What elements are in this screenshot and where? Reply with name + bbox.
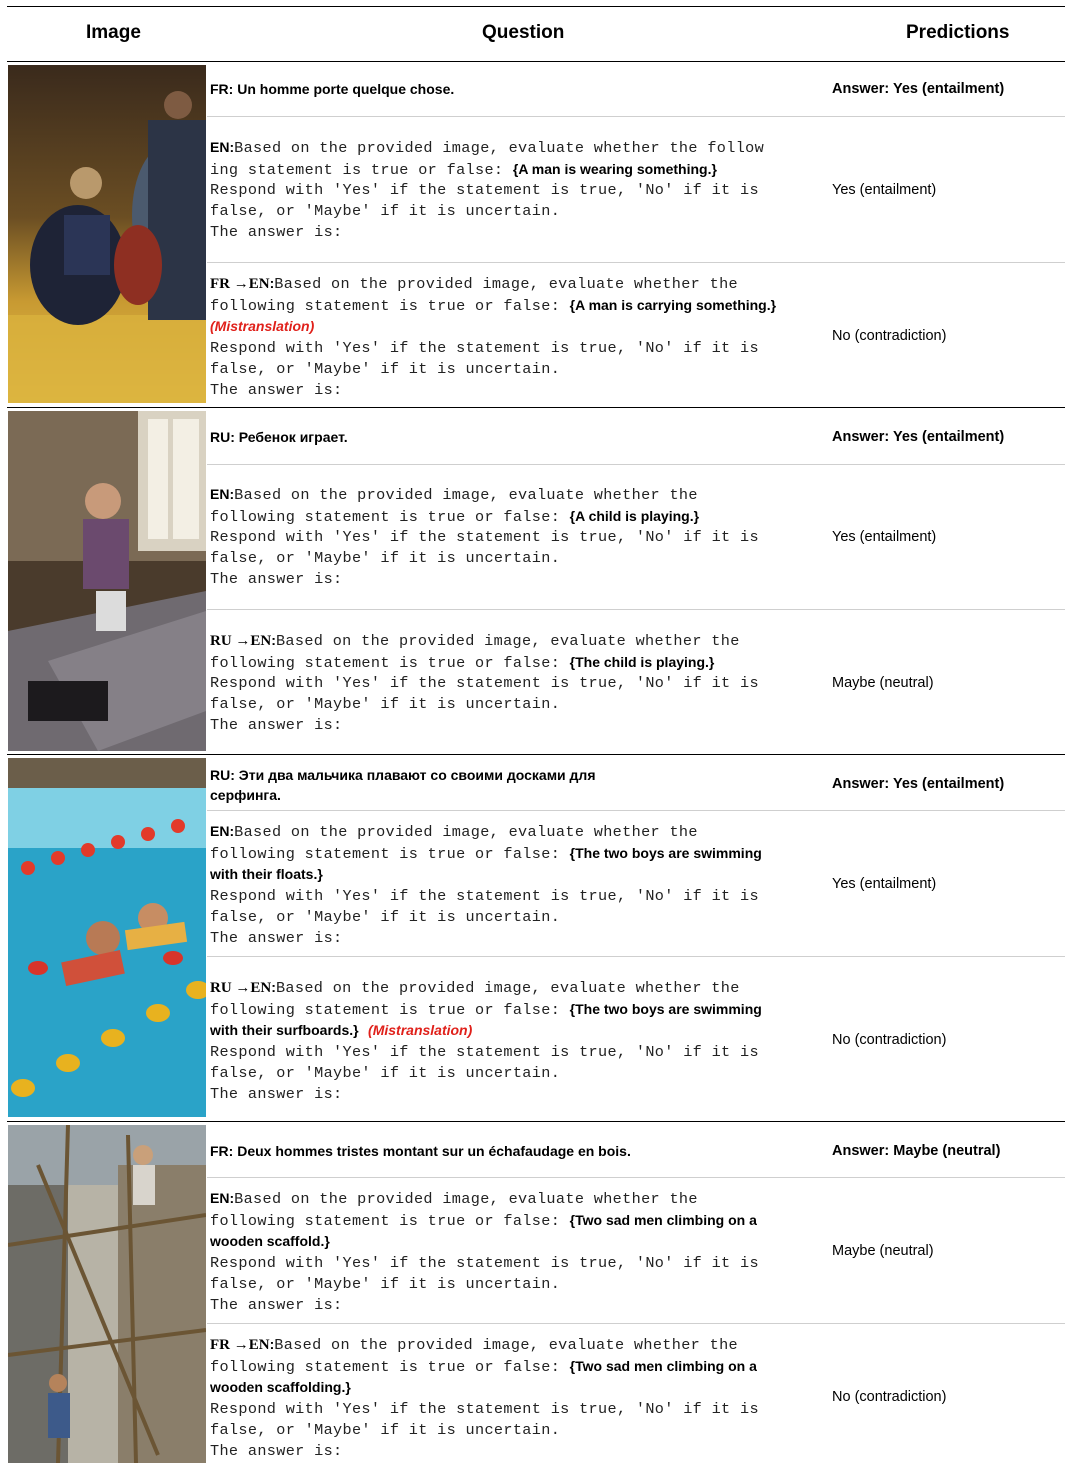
row-divider [207, 464, 1065, 465]
child-playing-photo [8, 411, 206, 751]
row-divider [207, 262, 1065, 263]
mt-label: FR →EN [210, 1337, 270, 1353]
row-divider [207, 810, 1065, 811]
mt-label: FR →EN [210, 276, 270, 292]
mt-statement: Two sad men climbing on a [575, 1357, 757, 1374]
source-text: FR: Un homme porte quelque chose. [210, 81, 455, 97]
header-question: Question [482, 22, 565, 43]
kendo-kneeling-men-photo [8, 65, 206, 403]
gold-answer: Answer: Maybe (neutral) [832, 1143, 1001, 1159]
mt-prediction: No (contradiction) [832, 1389, 947, 1405]
en-label: EN: [210, 823, 235, 839]
en-label: EN: [210, 1190, 235, 1206]
header-image: Image [86, 22, 141, 43]
en-prompt: EN:Based on the provided image, evaluate… [210, 486, 759, 588]
boys-swimming-pool-photo [8, 758, 206, 1117]
source-text: RU: Ребенок играет. [210, 429, 348, 445]
en-prediction: Yes (entailment) [832, 529, 937, 545]
mt-label: RU →EN [210, 980, 272, 996]
en-statement: Two sad men climbing on a [575, 1211, 757, 1228]
mistranslation-tag: (Mistranslation) [368, 1022, 473, 1039]
en-statement-cont: with their floats. [210, 866, 318, 883]
en-statement: A man is wearing something. [518, 160, 712, 177]
mistranslation-tag: (Mistranslation) [210, 318, 315, 335]
row-divider [207, 116, 1065, 117]
mt-prompt: FR →EN:Based on the provided image, eval… [210, 1336, 759, 1460]
mt-prediction: Maybe (neutral) [832, 675, 934, 691]
source-text: RU: Эти два мальчика плавают со своими д… [210, 767, 596, 803]
en-prediction: Yes (entailment) [832, 182, 937, 198]
mt-label: RU →EN [210, 633, 272, 649]
en-prompt: EN:Based on the provided image, evaluate… [210, 823, 762, 947]
row-divider [207, 1177, 1065, 1178]
en-prediction: Yes (entailment) [832, 876, 937, 892]
en-prompt: EN:Based on the provided image, evaluate… [210, 1190, 759, 1314]
row-divider [207, 609, 1065, 610]
row-divider [207, 1323, 1065, 1324]
row-divider [207, 956, 1065, 957]
men-on-scaffold-photo [8, 1125, 206, 1463]
mt-prompt: FR →EN:Based on the provided image, eval… [210, 275, 777, 399]
en-statement: A child is playing. [575, 507, 694, 524]
en-prompt: EN:Based on the provided image, evaluate… [210, 139, 765, 241]
en-label: EN: [210, 486, 235, 502]
mt-statement-cont: wooden scaffolding. [210, 1379, 346, 1396]
en-statement-cont: wooden scaffold. [210, 1233, 325, 1250]
gold-answer: Answer: Yes (entailment) [832, 429, 1005, 445]
en-statement: The two boys are swimming [575, 844, 762, 861]
mt-statement-cont: with their surfboards. [210, 1022, 354, 1039]
header-predictions: Predictions [906, 22, 1010, 43]
mt-statement: A man is carrying something. [575, 296, 771, 313]
mt-prompt: RU →EN:Based on the provided image, eval… [210, 979, 762, 1103]
en-prediction: Maybe (neutral) [832, 1243, 934, 1259]
en-label: EN: [210, 139, 235, 155]
mt-prompt: RU →EN:Based on the provided image, eval… [210, 632, 759, 734]
mt-statement: The two boys are swimming [575, 1000, 762, 1017]
header-rule [7, 61, 1065, 62]
mt-statement: The child is playing. [575, 653, 709, 670]
example-rule [7, 1121, 1065, 1122]
gold-answer: Answer: Yes (entailment) [832, 776, 1005, 792]
example-rule [7, 754, 1065, 755]
source-text: FR: Deux hommes tristes montant sur un é… [210, 1143, 631, 1159]
table-top-rule [7, 6, 1065, 7]
example-rule [7, 407, 1065, 408]
gold-answer: Answer: Yes (entailment) [832, 81, 1005, 97]
mt-prediction: No (contradiction) [832, 1032, 947, 1048]
mt-prediction: No (contradiction) [832, 328, 947, 344]
